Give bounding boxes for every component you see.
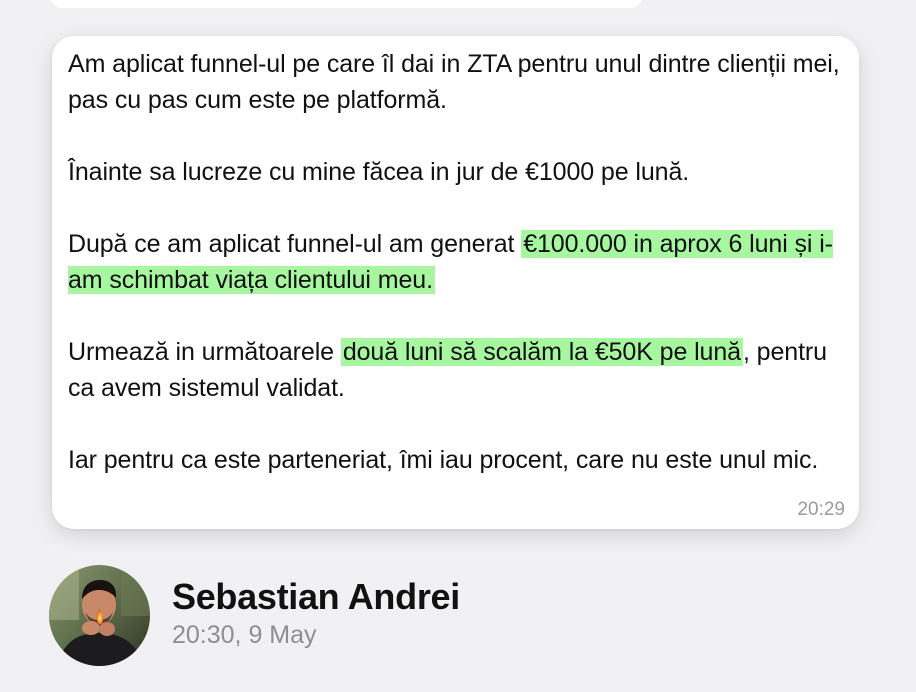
message-text-segment: Urmează in următoarele: [68, 338, 341, 366]
author-row: Sebastian Andrei 20:30, 9 May: [49, 565, 460, 666]
author-timestamp: 20:30, 9 May: [172, 620, 317, 649]
message-paragraph: Urmează in următoarele două luni să scal…: [68, 334, 843, 406]
highlighted-text: două luni să scalăm la €50K pe lună: [340, 338, 743, 366]
message-text-segment: După ce am aplicat funnel-ul am generat: [68, 230, 522, 258]
message-text-segment: Am aplicat funnel-ul pe care îl dai in Z…: [68, 50, 840, 114]
previous-message-bubble: [50, 0, 642, 8]
message-text-segment: Înainte sa lucreze cu mine făcea in jur …: [68, 158, 690, 186]
message-paragraph: După ce am aplicat funnel-ul am generat …: [68, 226, 843, 298]
message-paragraph: Înainte sa lucreze cu mine făcea in jur …: [68, 154, 843, 190]
author-meta: Sebastian Andrei 20:30, 9 May: [172, 575, 460, 651]
message-bubble[interactable]: Am aplicat funnel-ul pe care îl dai in Z…: [52, 36, 859, 529]
author-name[interactable]: Sebastian Andrei: [172, 575, 460, 619]
message-paragraph: Am aplicat funnel-ul pe care îl dai in Z…: [68, 46, 843, 118]
message-paragraph: Iar pentru ca este parteneriat, îmi iau …: [68, 442, 843, 478]
avatar[interactable]: [49, 565, 150, 666]
message-text: Am aplicat funnel-ul pe care îl dai in Z…: [68, 46, 843, 478]
message-time: 20:29: [797, 499, 845, 520]
message-text-segment: Iar pentru ca este parteneriat, îmi iau …: [68, 446, 819, 474]
profile-photo-icon: [49, 565, 150, 666]
